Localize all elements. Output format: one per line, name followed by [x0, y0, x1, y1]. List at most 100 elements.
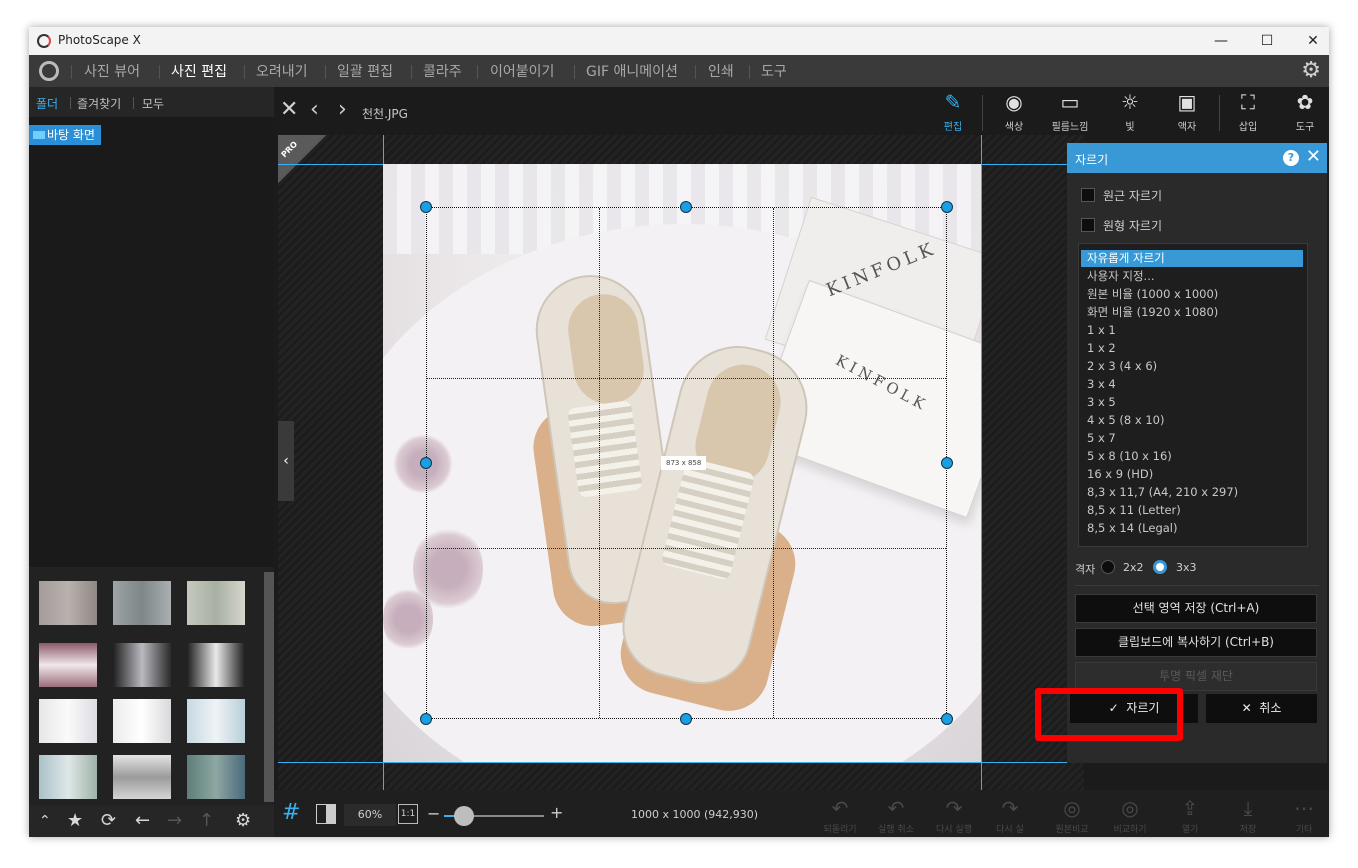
thumbnail[interactable] [39, 755, 97, 799]
menu-combine[interactable]: 이어붙이기 [490, 61, 554, 81]
zoom-slider-thumb[interactable] [454, 806, 474, 826]
folder-tree-item-desktop[interactable]: 바탕 화면 [29, 125, 101, 145]
crop-handle-left[interactable] [420, 457, 432, 469]
redo-all-button[interactable]: ↷ 다시 실 [982, 796, 1038, 835]
thumbnail[interactable] [187, 699, 245, 743]
circle-crop-checkbox[interactable] [1081, 218, 1095, 232]
compare-button[interactable]: ◎ 비교하기 [1102, 796, 1158, 835]
thumbnail[interactable] [187, 581, 245, 625]
zoom-out-icon[interactable]: − [427, 804, 440, 823]
ratio-item[interactable]: 사용자 지정... [1081, 268, 1303, 285]
thumbnail[interactable] [39, 643, 97, 687]
thumbnail[interactable] [187, 755, 245, 799]
thumbnail[interactable] [39, 699, 97, 743]
more-button[interactable]: ⋯ 기타 [1276, 796, 1329, 835]
grid-2x2-radio[interactable] [1101, 560, 1115, 574]
perspective-crop-checkbox[interactable] [1081, 188, 1095, 202]
collapse-panel-chevron-icon[interactable]: ‹ [278, 421, 294, 501]
crop-handle-bottom-left[interactable] [420, 713, 432, 725]
tool-light[interactable]: ☼ 빛 [1106, 91, 1154, 135]
crop-handle-top-left[interactable] [420, 201, 432, 213]
menu-gif[interactable]: GIF 애니메이션 [586, 61, 678, 81]
actual-size-button[interactable]: 1:1 [398, 804, 418, 824]
ratio-item[interactable]: 8,5 x 11 (Letter) [1081, 502, 1303, 519]
undo-button[interactable]: ↶ 실행 취소 [868, 796, 924, 835]
revert-button[interactable]: ↶ 되돌리기 [812, 796, 868, 835]
star-icon[interactable]: ★ [67, 810, 83, 831]
crop-handle-top-right[interactable] [941, 201, 953, 213]
close-button[interactable]: ✕ [1298, 31, 1328, 51]
forward-arrow-icon[interactable]: → [167, 810, 182, 831]
save-button[interactable]: ⤓ 저장 [1220, 796, 1276, 835]
copy-to-clipboard-button[interactable]: 클립보드에 복사하기 (Ctrl+B) [1075, 628, 1317, 657]
tool-frame[interactable]: ▣ 액자 [1163, 91, 1211, 135]
help-icon[interactable]: ? [1283, 150, 1299, 166]
ratio-item[interactable]: 1 x 2 [1081, 340, 1303, 357]
settings-icon[interactable]: ⚙ [235, 810, 251, 831]
thumbnail[interactable] [113, 699, 171, 743]
open-button[interactable]: ⇪ 열기 [1162, 796, 1218, 835]
tool-tools[interactable]: ✿ 도구 [1281, 91, 1329, 135]
grid-3x3-radio[interactable] [1153, 560, 1167, 574]
tool-insert[interactable]: ⛶ 삽입 [1224, 91, 1272, 135]
tool-film[interactable]: ▭ 필름느낌 [1046, 91, 1094, 135]
ratio-item[interactable]: 5 x 8 (10 x 16) [1081, 448, 1303, 465]
next-image-icon[interactable]: › [338, 97, 347, 122]
up-arrow-icon[interactable]: ↑ [199, 810, 214, 831]
crop-grid-icon[interactable]: # [282, 800, 300, 825]
photoscape-home-icon[interactable] [39, 61, 59, 81]
menu-photo-editor[interactable]: 사진 편집 [171, 61, 227, 81]
chevron-up-icon[interactable]: ⌃ [39, 813, 51, 829]
tool-color[interactable]: ◉ 색상 [990, 91, 1038, 135]
minimize-button[interactable]: — [1206, 31, 1236, 51]
redo-button[interactable]: ↷ 다시 실행 [926, 796, 982, 835]
ratio-item[interactable]: 1 x 1 [1081, 322, 1303, 339]
ratio-item[interactable]: 3 x 4 [1081, 376, 1303, 393]
save-selection-button[interactable]: 선택 영역 저장 (Ctrl+A) [1075, 594, 1317, 623]
maximize-button[interactable]: ☐ [1252, 31, 1282, 51]
tab-folder[interactable]: 폴더 [36, 95, 58, 112]
zoom-in-icon[interactable]: + [550, 803, 563, 822]
previous-image-icon[interactable]: ‹ [310, 97, 319, 122]
settings-gear-icon[interactable]: ⚙ [1301, 58, 1321, 83]
back-arrow-icon[interactable]: ← [135, 810, 150, 831]
compare-split-icon[interactable] [316, 804, 336, 824]
crop-cancel-button[interactable]: ✕ 취소 [1206, 694, 1317, 723]
menu-tools[interactable]: 도구 [761, 61, 787, 81]
ratio-item[interactable]: 5 x 7 [1081, 430, 1303, 447]
ratio-item[interactable]: 8,5 x 14 (Legal) [1081, 520, 1303, 537]
image-canvas[interactable]: PRO ‹ KINFOLK KINFOLK 873 x 858 [278, 135, 1084, 790]
menu-batch[interactable]: 일괄 편집 [337, 61, 393, 81]
menu-cut-out[interactable]: 오려내기 [256, 61, 308, 81]
zoom-level[interactable]: 60% [344, 804, 396, 826]
crop-ratio-list[interactable]: 자유롭게 자르기 사용자 지정... 원본 비율 (1000 x 1000) 화… [1078, 243, 1308, 547]
ratio-item[interactable]: 16 x 9 (HD) [1081, 466, 1303, 483]
ratio-item[interactable]: 2 x 3 (4 x 6) [1081, 358, 1303, 375]
crop-handle-bottom-right[interactable] [941, 713, 953, 725]
thumbnail[interactable] [39, 581, 97, 625]
ratio-item[interactable]: 4 x 5 (8 x 10) [1081, 412, 1303, 429]
ratio-item[interactable]: 8,3 x 11,7 (A4, 210 x 297) [1081, 484, 1303, 501]
menu-collage[interactable]: 콜라주 [423, 61, 462, 81]
menu-print[interactable]: 인쇄 [708, 61, 734, 81]
crop-handle-top[interactable] [680, 201, 692, 213]
thumbnail-scrollbar[interactable] [264, 572, 274, 802]
ratio-item[interactable]: 3 x 5 [1081, 394, 1303, 411]
crop-handle-bottom[interactable] [680, 713, 692, 725]
thumbnail[interactable] [113, 581, 171, 625]
thumbnail[interactable] [113, 755, 171, 799]
tab-all[interactable]: 모두 [142, 95, 164, 112]
tool-edit[interactable]: ✎ 편집 [929, 91, 977, 135]
close-panel-icon[interactable]: ✕ [1306, 146, 1321, 167]
menu-photo-viewer[interactable]: 사진 뷰어 [84, 61, 140, 81]
thumbnail[interactable] [187, 643, 245, 687]
close-image-icon[interactable]: ✕ [280, 97, 298, 122]
crop-handle-right[interactable] [941, 457, 953, 469]
trim-transparent-button[interactable]: 투명 픽셀 재단 [1075, 662, 1317, 691]
thumbnail[interactable] [113, 643, 171, 687]
ratio-item[interactable]: 자유롭게 자르기 [1081, 250, 1303, 267]
original-compare-button[interactable]: ◎ 원본비교 [1044, 796, 1100, 835]
refresh-icon[interactable]: ⟳ [101, 810, 116, 831]
ratio-item[interactable]: 원본 비율 (1000 x 1000) [1081, 286, 1303, 303]
tab-favorites[interactable]: 즐겨찾기 [77, 95, 121, 112]
